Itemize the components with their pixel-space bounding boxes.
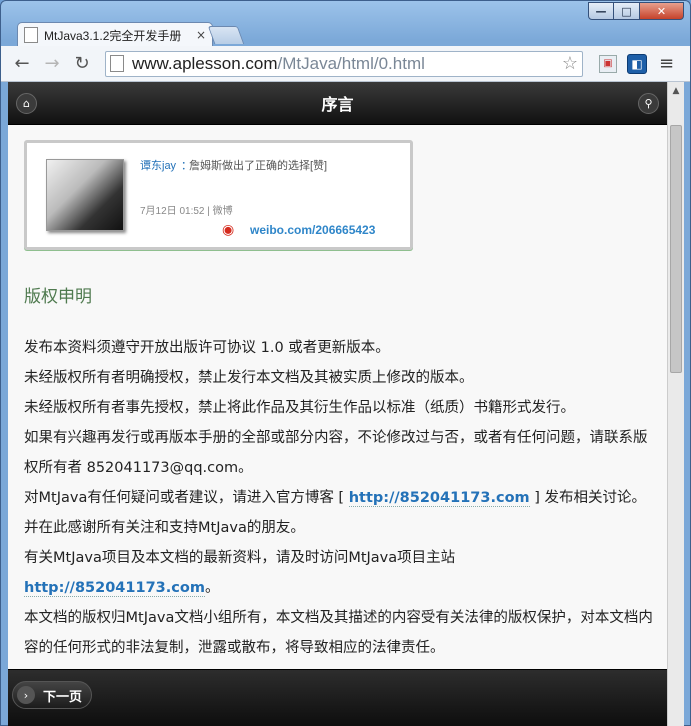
paragraph-line: 本文档的版权归MtJava文档小组所有，本文档及其描述的内容受有关法律的版权保护… (24, 610, 653, 656)
next-page-button[interactable]: › 下一页 (12, 681, 92, 709)
page-favicon-icon (24, 27, 38, 43)
weibo-username[interactable]: 谭东jay (140, 157, 176, 173)
paragraph-line: 如果有兴趣再发行或再版本手册的全部或部分内容，不论修改过与否，或者有任何问题，请… (24, 430, 648, 476)
paragraph-line: 有关MtJava项目及本文档的最新资料，请及时访问MtJava项目主站 http… (24, 543, 654, 603)
text-span: 对MtJava有任何疑问或者建议，请进入官方博客 [ (24, 490, 349, 506)
blog-link[interactable]: http://852041173.com (348, 490, 530, 507)
paragraph-line: 未经版权所有者明确授权，禁止发行本文档及其被实质上修改的版本。 (24, 370, 474, 386)
text-span: ] 发布相关讨论。 (529, 490, 647, 506)
scroll-up-icon[interactable]: ▲ (668, 82, 684, 99)
copyright-text: 发布本资料须遵守开放出版许可协议 1.0 或者更新版本。 未经版权所有者明确授权… (24, 333, 654, 663)
page-footer: › 下一页 (8, 669, 667, 726)
bookmark-star-icon[interactable]: ☆ (562, 53, 578, 74)
page-header: ⌂ 序言 ⚲ (8, 82, 667, 125)
extension-icon[interactable]: ▣ (599, 54, 617, 73)
forward-icon[interactable]: → (39, 51, 65, 77)
scroll-thumb[interactable] (670, 125, 682, 373)
search-icon[interactable]: ⚲ (638, 93, 659, 114)
paragraph-line: 并在此感谢所有关注和支持MtJava的朋友。 (24, 520, 305, 536)
page-icon (110, 55, 124, 72)
new-tab-button[interactable] (207, 26, 245, 44)
reload-icon[interactable]: ↻ (69, 51, 95, 77)
paragraph-line: 对MtJava有任何疑问或者建议，请进入官方博客 [ http://852041… (24, 483, 654, 513)
tab-strip: MtJava3.1.2完全开发手册 × (1, 18, 690, 47)
weibo-meta: 7月12日 01:52 | 微博 (140, 206, 233, 217)
page-viewport: ⌂ 序言 ⚲ 谭东jay ： 詹姆斯做出了正确的选择[赞] 7月12日 01:5… (8, 82, 684, 726)
scrollbar[interactable]: ▲ (667, 82, 684, 726)
browser-window: — □ ✕ MtJava3.1.2完全开发手册 × ← → ↻ www.aple… (0, 0, 691, 726)
tab-active[interactable]: MtJava3.1.2完全开发手册 × (17, 22, 213, 47)
weibo-link[interactable]: weibo.com/206665423 (250, 223, 375, 237)
page-content: 谭东jay ： 詹姆斯做出了正确的选择[赞] 7月12日 01:52 | 微博 … (24, 140, 654, 663)
menu-icon[interactable]: ≡ (659, 53, 674, 74)
extension-app-icon[interactable]: ◧ (627, 53, 647, 74)
url-path: /MtJava/html/0.html (277, 53, 425, 73)
tab-close-icon[interactable]: × (196, 28, 206, 42)
avatar[interactable] (46, 159, 124, 231)
address-bar[interactable]: www.aplesson.com/MtJava/html/0.html ☆ (105, 50, 583, 77)
browser-toolbar: ← → ↻ www.aplesson.com/MtJava/html/0.htm… (1, 46, 690, 82)
text-span: 。 (204, 580, 220, 596)
tab-title: MtJava3.1.2完全开发手册 (44, 28, 182, 43)
weibo-card[interactable]: 谭东jay ： 詹姆斯做出了正确的选择[赞] 7月12日 01:52 | 微博 … (24, 140, 413, 250)
next-page-label: 下一页 (43, 689, 83, 705)
section-heading: 版权申明 (24, 287, 92, 307)
page-title: 序言 (321, 95, 354, 114)
chevron-right-icon: › (17, 686, 35, 704)
paragraph-line: 发布本资料须遵守开放出版许可协议 1.0 或者更新版本。 (24, 340, 390, 356)
site-link[interactable]: http://852041173.com (24, 580, 205, 597)
text-span: 有关MtJava项目及本文档的最新资料，请及时访问MtJava项目主站 (24, 550, 456, 566)
paragraph-line: 未经版权所有者事先授权，禁止将此作品及其衍生作品以标准（纸质）书籍形式发行。 (24, 400, 575, 416)
url-host: www.aplesson.com (132, 53, 278, 73)
back-icon[interactable]: ← (9, 51, 35, 77)
home-icon[interactable]: ⌂ (16, 93, 37, 114)
weibo-logo-icon: ◉ (222, 222, 235, 238)
weibo-post-text: 詹姆斯做出了正确的选择[赞] (189, 160, 328, 172)
